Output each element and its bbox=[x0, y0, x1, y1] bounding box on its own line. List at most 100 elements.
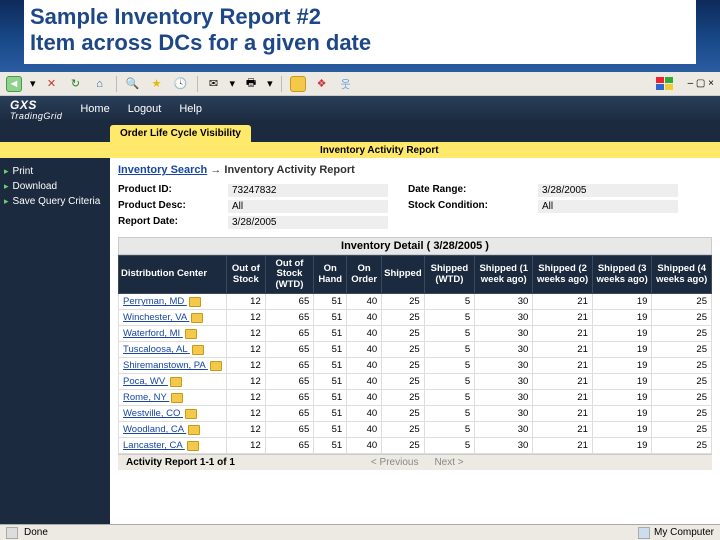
search-icon[interactable]: 🔍 bbox=[125, 76, 141, 92]
research-icon[interactable]: ❖ bbox=[314, 76, 330, 92]
cell: 25 bbox=[652, 310, 712, 326]
folder-icon[interactable] bbox=[210, 361, 222, 371]
mail-dropdown[interactable]: ▾ bbox=[230, 77, 236, 90]
tab-order-life-cycle[interactable]: Order Life Cycle Visibility bbox=[110, 125, 251, 142]
col-header[interactable]: Shipped bbox=[382, 256, 424, 294]
folder-icon[interactable] bbox=[189, 297, 201, 307]
nav-logout[interactable]: Logout bbox=[128, 103, 162, 115]
cell: 25 bbox=[382, 422, 424, 438]
pager-prev[interactable]: < Previous bbox=[371, 457, 419, 468]
zone-text: My Computer bbox=[654, 527, 714, 538]
cell: 5 bbox=[424, 422, 475, 438]
back-dropdown[interactable]: ▾ bbox=[30, 77, 36, 90]
col-header[interactable]: Shipped (4 weeks ago) bbox=[652, 256, 712, 294]
cell: 51 bbox=[314, 422, 347, 438]
cell: 25 bbox=[382, 342, 424, 358]
folder-icon[interactable] bbox=[191, 313, 203, 323]
cell: 5 bbox=[424, 390, 475, 406]
print-dropdown[interactable]: ▾ bbox=[267, 77, 273, 90]
cell: 12 bbox=[226, 374, 265, 390]
cell: 25 bbox=[652, 422, 712, 438]
home-icon[interactable]: ⌂ bbox=[92, 76, 108, 92]
back-icon[interactable]: ◄ bbox=[6, 76, 22, 92]
nav-home[interactable]: Home bbox=[80, 103, 109, 115]
cell: 5 bbox=[424, 294, 475, 310]
cell: 25 bbox=[652, 294, 712, 310]
sidebar-item-print[interactable]: ▸Print bbox=[4, 164, 106, 179]
folder-icon[interactable] bbox=[185, 409, 197, 419]
stop-icon[interactable]: ✕ bbox=[44, 76, 60, 92]
dc-link[interactable]: Poca, WV bbox=[119, 374, 227, 390]
folder-icon[interactable] bbox=[188, 425, 200, 435]
cell: 25 bbox=[382, 294, 424, 310]
col-header[interactable]: Shipped (2 weeks ago) bbox=[533, 256, 593, 294]
sidebar-item-save-query[interactable]: ▸Save Query Criteria bbox=[4, 194, 106, 209]
col-header[interactable]: Shipped (WTD) bbox=[424, 256, 475, 294]
dc-link[interactable]: Tuscaloosa, AL bbox=[119, 342, 227, 358]
cell: 30 bbox=[475, 326, 533, 342]
folder-icon[interactable] bbox=[290, 76, 306, 92]
window-restore[interactable]: – ▢ × bbox=[688, 78, 714, 89]
cell: 12 bbox=[226, 406, 265, 422]
cell: 30 bbox=[475, 374, 533, 390]
dc-link[interactable]: Waterford, MI bbox=[119, 326, 227, 342]
folder-icon[interactable] bbox=[192, 345, 204, 355]
folder-icon[interactable] bbox=[170, 377, 182, 387]
mail-icon[interactable]: ✉ bbox=[206, 76, 222, 92]
cell: 5 bbox=[424, 326, 475, 342]
breadcrumb-link[interactable]: Inventory Search bbox=[118, 164, 207, 176]
sidebar-item-download[interactable]: ▸Download bbox=[4, 179, 106, 194]
cell: 12 bbox=[226, 390, 265, 406]
dc-link[interactable]: Woodland, CA bbox=[119, 422, 227, 438]
cell: 40 bbox=[347, 358, 382, 374]
dc-link[interactable]: Winchester, VA bbox=[119, 310, 227, 326]
cell: 30 bbox=[475, 310, 533, 326]
cell: 30 bbox=[475, 422, 533, 438]
folder-icon[interactable] bbox=[187, 441, 199, 451]
cell: 51 bbox=[314, 438, 347, 454]
cell: 19 bbox=[592, 326, 652, 342]
cell: 19 bbox=[592, 422, 652, 438]
status-text: Done bbox=[24, 527, 48, 538]
cell: 21 bbox=[533, 310, 593, 326]
folder-icon[interactable] bbox=[185, 329, 197, 339]
dc-link[interactable]: Rome, NY bbox=[119, 390, 227, 406]
refresh-icon[interactable]: ↻ bbox=[68, 76, 84, 92]
pager-next[interactable]: Next > bbox=[434, 457, 463, 468]
cell: 65 bbox=[265, 406, 313, 422]
cell: 65 bbox=[265, 358, 313, 374]
cell: 21 bbox=[533, 438, 593, 454]
history-icon[interactable]: 🕓 bbox=[173, 76, 189, 92]
print-icon[interactable]: 🖶 bbox=[243, 76, 259, 92]
cell: 40 bbox=[347, 390, 382, 406]
col-header[interactable]: Shipped (1 week ago) bbox=[475, 256, 533, 294]
cell: 40 bbox=[347, 406, 382, 422]
col-header[interactable]: Out of Stock bbox=[226, 256, 265, 294]
messenger-icon[interactable]: 웃 bbox=[338, 76, 354, 92]
favorites-icon[interactable]: ★ bbox=[149, 76, 165, 92]
detail-title: Inventory Detail ( 3/28/2005 ) bbox=[118, 237, 712, 255]
cell: 25 bbox=[652, 342, 712, 358]
col-header[interactable]: Shipped (3 weeks ago) bbox=[592, 256, 652, 294]
dc-link[interactable]: Shiremanstown, PA bbox=[119, 358, 227, 374]
dc-link[interactable]: Perryman, MD bbox=[119, 294, 227, 310]
nav-help[interactable]: Help bbox=[179, 103, 202, 115]
dc-link[interactable]: Lancaster, CA bbox=[119, 438, 227, 454]
cell: 51 bbox=[314, 310, 347, 326]
cell: 25 bbox=[382, 406, 424, 422]
table-row: Westville, CO 1265514025530211925 bbox=[119, 406, 712, 422]
cell: 40 bbox=[347, 374, 382, 390]
col-header[interactable]: On Order bbox=[347, 256, 382, 294]
col-header[interactable]: On Hand bbox=[314, 256, 347, 294]
col-header[interactable]: Distribution Center bbox=[119, 256, 227, 294]
folder-icon[interactable] bbox=[171, 393, 183, 403]
cell: 30 bbox=[475, 358, 533, 374]
cell: 65 bbox=[265, 294, 313, 310]
lbl-stock-cond: Stock Condition: bbox=[408, 200, 518, 213]
cell: 51 bbox=[314, 390, 347, 406]
dc-link[interactable]: Westville, CO bbox=[119, 406, 227, 422]
table-row: Lancaster, CA 1265514025530211925 bbox=[119, 438, 712, 454]
cell: 25 bbox=[652, 358, 712, 374]
col-header[interactable]: Out of Stock (WTD) bbox=[265, 256, 313, 294]
cell: 25 bbox=[652, 406, 712, 422]
